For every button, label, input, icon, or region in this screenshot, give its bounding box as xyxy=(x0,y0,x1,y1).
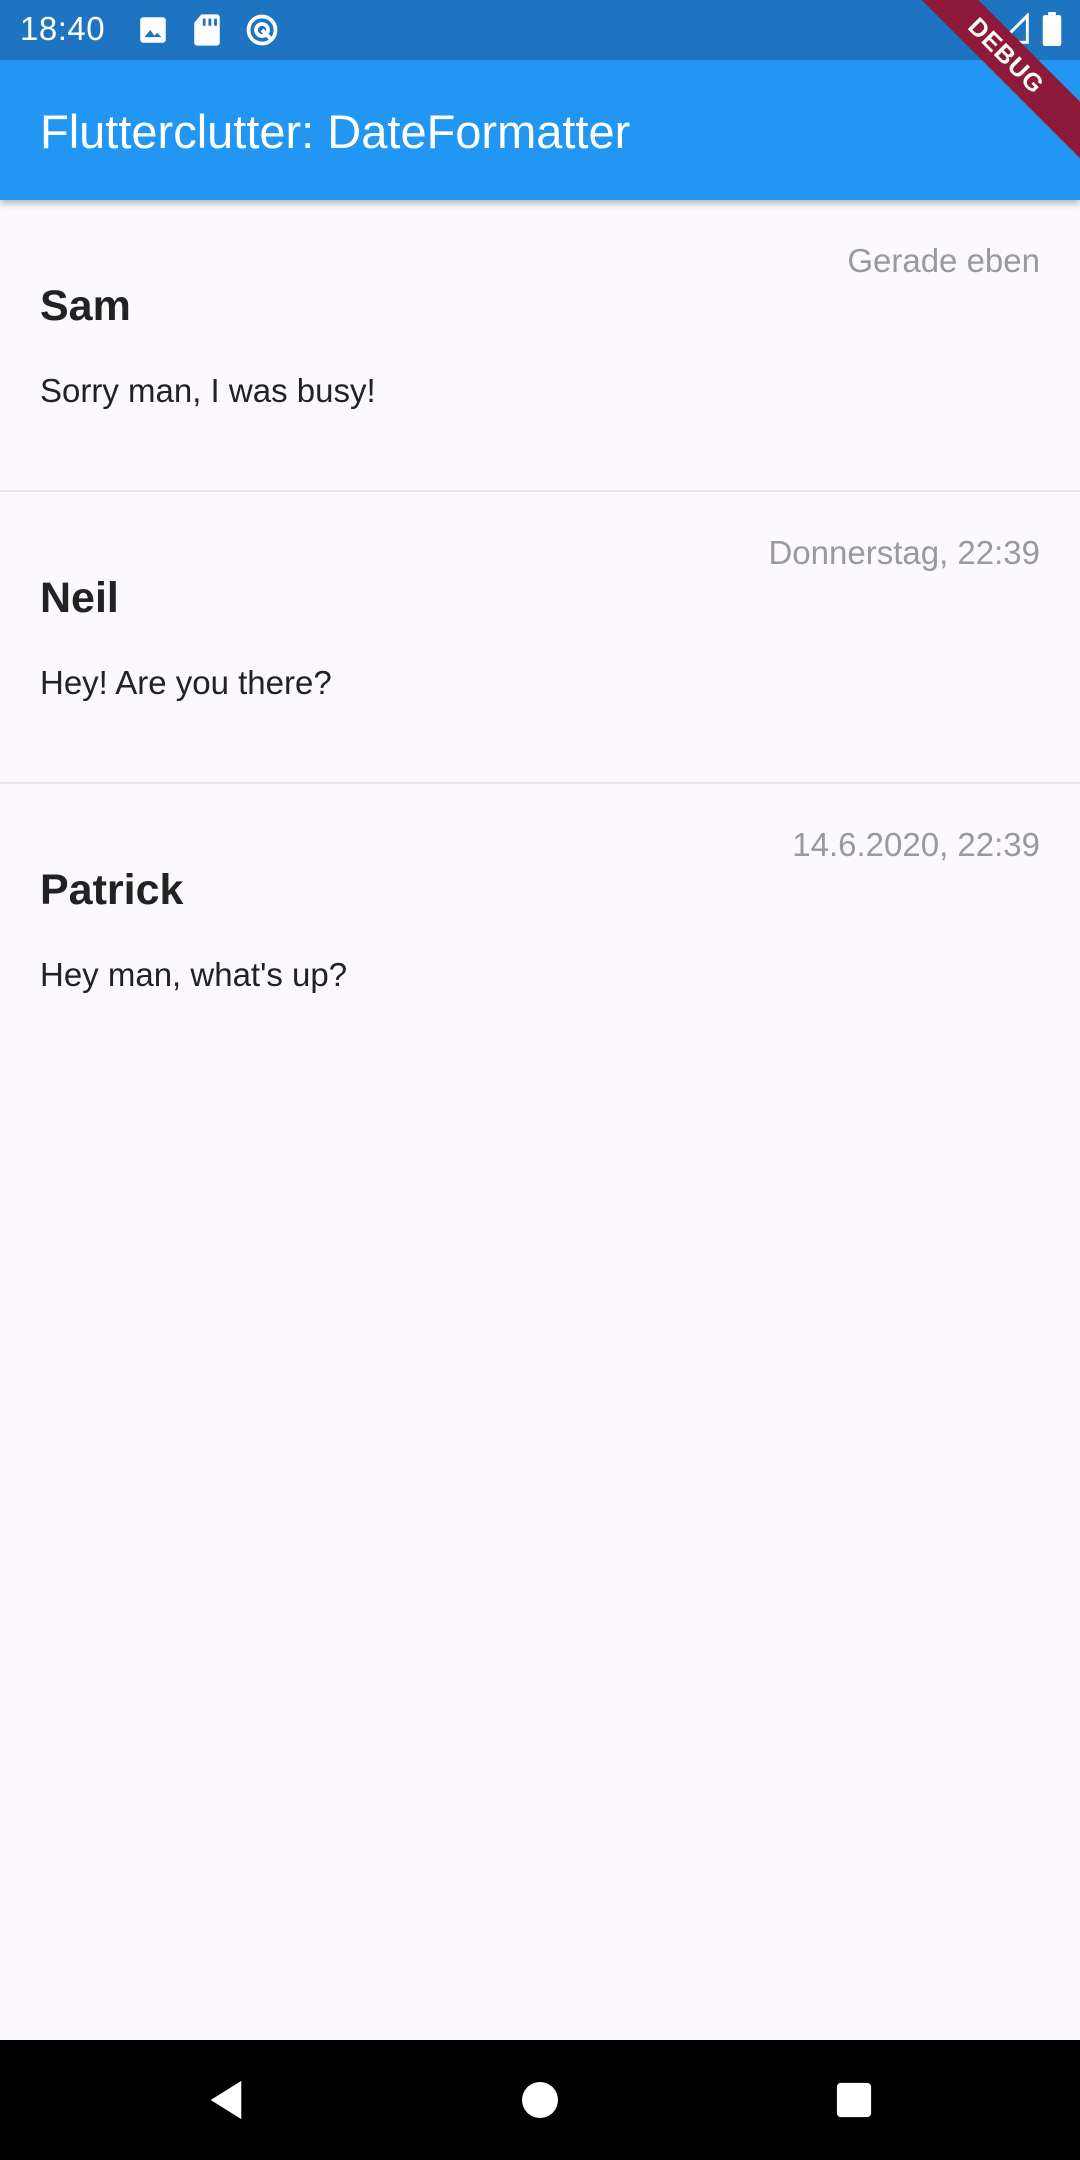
wifi-icon xyxy=(950,13,986,49)
message-sender: Sam xyxy=(40,282,131,330)
message-time: Gerade eben xyxy=(847,242,1040,279)
list-item[interactable]: 14.6.2020, 22:39 Patrick Hey man, what's… xyxy=(0,784,1080,1076)
back-icon[interactable] xyxy=(206,2080,246,2120)
message-sender: Patrick xyxy=(40,866,184,914)
message-text: Hey! Are you there? xyxy=(40,664,332,701)
app-bar: Flutterclutter: DateFormatter xyxy=(0,60,1080,200)
message-sender: Neil xyxy=(40,574,119,622)
status-left-icons xyxy=(136,12,280,53)
message-text: Hey man, what's up? xyxy=(40,956,348,993)
status-right-icons xyxy=(950,12,1062,51)
home-icon[interactable] xyxy=(520,2080,560,2120)
page-title: Flutterclutter: DateFormatter xyxy=(40,105,631,158)
message-time: 14.6.2020, 22:39 xyxy=(792,826,1040,863)
sync-icon xyxy=(244,12,280,53)
image-icon xyxy=(136,13,170,52)
recents-icon[interactable] xyxy=(834,2080,874,2120)
list-item[interactable]: Donnerstag, 22:39 Neil Hey! Are you ther… xyxy=(0,492,1080,784)
sd-card-icon xyxy=(192,13,222,52)
message-time: Donnerstag, 22:39 xyxy=(768,534,1040,571)
message-text: Sorry man, I was busy! xyxy=(40,372,376,409)
navigation-bar xyxy=(0,2040,1080,2160)
status-time: 18:40 xyxy=(20,10,106,47)
battery-icon xyxy=(1042,12,1062,51)
list-item[interactable]: Gerade eben Sam Sorry man, I was busy! xyxy=(0,200,1080,492)
message-list: Gerade eben Sam Sorry man, I was busy! D… xyxy=(0,200,1080,1076)
status-bar: 18:40 xyxy=(0,0,1080,60)
signal-icon xyxy=(997,12,1030,50)
